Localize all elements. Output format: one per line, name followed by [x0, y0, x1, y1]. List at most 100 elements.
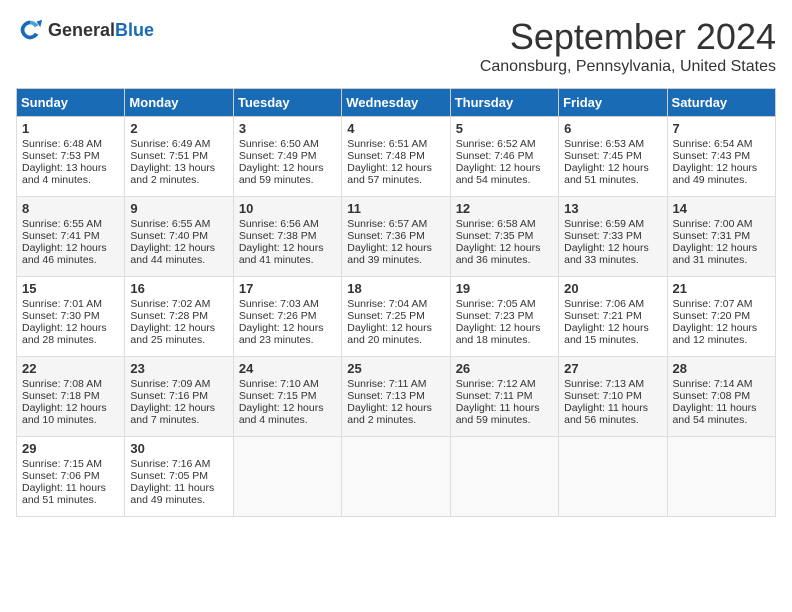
- day-number: 13: [564, 201, 661, 216]
- calendar-cell: 29 Sunrise: 7:15 AM Sunset: 7:06 PM Dayl…: [17, 437, 125, 517]
- logo-blue: Blue: [115, 20, 154, 40]
- logo-text: GeneralBlue: [48, 20, 154, 41]
- daylight-label: Daylight: 12 hours and 59 minutes.: [239, 162, 324, 186]
- daylight-label: Daylight: 12 hours and 33 minutes.: [564, 242, 649, 266]
- calendar-cell: 13 Sunrise: 6:59 AM Sunset: 7:33 PM Dayl…: [559, 197, 667, 277]
- calendar-week-1: 1 Sunrise: 6:48 AM Sunset: 7:53 PM Dayli…: [17, 117, 776, 197]
- daylight-label: Daylight: 12 hours and 23 minutes.: [239, 322, 324, 346]
- sunset-label: Sunset: 7:53 PM: [22, 150, 100, 162]
- calendar-cell: 27 Sunrise: 7:13 AM Sunset: 7:10 PM Dayl…: [559, 357, 667, 437]
- col-monday: Monday: [125, 89, 233, 117]
- calendar-cell: 24 Sunrise: 7:10 AM Sunset: 7:15 PM Dayl…: [233, 357, 341, 437]
- sunset-label: Sunset: 7:45 PM: [564, 150, 642, 162]
- calendar-cell: 16 Sunrise: 7:02 AM Sunset: 7:28 PM Dayl…: [125, 277, 233, 357]
- calendar-cell: 21 Sunrise: 7:07 AM Sunset: 7:20 PM Dayl…: [667, 277, 775, 357]
- daylight-label: Daylight: 12 hours and 12 minutes.: [673, 322, 758, 346]
- daylight-label: Daylight: 12 hours and 18 minutes.: [456, 322, 541, 346]
- sunset-label: Sunset: 7:43 PM: [673, 150, 751, 162]
- sunset-label: Sunset: 7:10 PM: [564, 390, 642, 402]
- sunset-label: Sunset: 7:13 PM: [347, 390, 425, 402]
- sunrise-label: Sunrise: 7:01 AM: [22, 298, 102, 310]
- day-number: 23: [130, 361, 227, 376]
- location-title: Canonsburg, Pennsylvania, United States: [480, 58, 776, 76]
- daylight-label: Daylight: 12 hours and 44 minutes.: [130, 242, 215, 266]
- calendar-body: 1 Sunrise: 6:48 AM Sunset: 7:53 PM Dayli…: [17, 117, 776, 517]
- sunrise-label: Sunrise: 6:55 AM: [22, 218, 102, 230]
- calendar-cell: 14 Sunrise: 7:00 AM Sunset: 7:31 PM Dayl…: [667, 197, 775, 277]
- logo-icon: [16, 16, 44, 44]
- sunset-label: Sunset: 7:36 PM: [347, 230, 425, 242]
- day-number: 16: [130, 281, 227, 296]
- sunrise-label: Sunrise: 6:57 AM: [347, 218, 427, 230]
- daylight-label: Daylight: 12 hours and 46 minutes.: [22, 242, 107, 266]
- sunset-label: Sunset: 7:25 PM: [347, 310, 425, 322]
- daylight-label: Daylight: 13 hours and 4 minutes.: [22, 162, 107, 186]
- sunset-label: Sunset: 7:18 PM: [22, 390, 100, 402]
- calendar-cell: 18 Sunrise: 7:04 AM Sunset: 7:25 PM Dayl…: [342, 277, 450, 357]
- day-number: 21: [673, 281, 770, 296]
- calendar-cell: 4 Sunrise: 6:51 AM Sunset: 7:48 PM Dayli…: [342, 117, 450, 197]
- sunset-label: Sunset: 7:16 PM: [130, 390, 208, 402]
- sunset-label: Sunset: 7:48 PM: [347, 150, 425, 162]
- day-number: 29: [22, 441, 119, 456]
- daylight-label: Daylight: 12 hours and 36 minutes.: [456, 242, 541, 266]
- col-saturday: Saturday: [667, 89, 775, 117]
- day-number: 7: [673, 121, 770, 136]
- day-number: 9: [130, 201, 227, 216]
- calendar-cell: 8 Sunrise: 6:55 AM Sunset: 7:41 PM Dayli…: [17, 197, 125, 277]
- day-number: 18: [347, 281, 444, 296]
- daylight-label: Daylight: 12 hours and 25 minutes.: [130, 322, 215, 346]
- daylight-label: Daylight: 12 hours and 15 minutes.: [564, 322, 649, 346]
- day-number: 25: [347, 361, 444, 376]
- day-number: 26: [456, 361, 553, 376]
- daylight-label: Daylight: 12 hours and 7 minutes.: [130, 402, 215, 426]
- daylight-label: Daylight: 12 hours and 51 minutes.: [564, 162, 649, 186]
- sunrise-label: Sunrise: 7:03 AM: [239, 298, 319, 310]
- sunset-label: Sunset: 7:08 PM: [673, 390, 751, 402]
- header-row: Sunday Monday Tuesday Wednesday Thursday…: [17, 89, 776, 117]
- day-number: 4: [347, 121, 444, 136]
- day-number: 2: [130, 121, 227, 136]
- day-number: 24: [239, 361, 336, 376]
- calendar-week-5: 29 Sunrise: 7:15 AM Sunset: 7:06 PM Dayl…: [17, 437, 776, 517]
- daylight-label: Daylight: 12 hours and 31 minutes.: [673, 242, 758, 266]
- day-number: 28: [673, 361, 770, 376]
- sunset-label: Sunset: 7:21 PM: [564, 310, 642, 322]
- sunrise-label: Sunrise: 7:00 AM: [673, 218, 753, 230]
- sunset-label: Sunset: 7:51 PM: [130, 150, 208, 162]
- calendar-cell: 6 Sunrise: 6:53 AM Sunset: 7:45 PM Dayli…: [559, 117, 667, 197]
- day-number: 1: [22, 121, 119, 136]
- sunset-label: Sunset: 7:38 PM: [239, 230, 317, 242]
- sunrise-label: Sunrise: 7:11 AM: [347, 378, 426, 390]
- col-friday: Friday: [559, 89, 667, 117]
- daylight-label: Daylight: 12 hours and 39 minutes.: [347, 242, 432, 266]
- calendar-table: Sunday Monday Tuesday Wednesday Thursday…: [16, 88, 776, 517]
- calendar-cell: 11 Sunrise: 6:57 AM Sunset: 7:36 PM Dayl…: [342, 197, 450, 277]
- calendar-cell: 12 Sunrise: 6:58 AM Sunset: 7:35 PM Dayl…: [450, 197, 558, 277]
- daylight-label: Daylight: 11 hours and 54 minutes.: [673, 402, 757, 426]
- daylight-label: Daylight: 12 hours and 20 minutes.: [347, 322, 432, 346]
- calendar-cell: 19 Sunrise: 7:05 AM Sunset: 7:23 PM Dayl…: [450, 277, 558, 357]
- daylight-label: Daylight: 11 hours and 51 minutes.: [22, 482, 106, 506]
- col-wednesday: Wednesday: [342, 89, 450, 117]
- sunset-label: Sunset: 7:41 PM: [22, 230, 100, 242]
- sunrise-label: Sunrise: 7:14 AM: [673, 378, 753, 390]
- calendar-cell: 26 Sunrise: 7:12 AM Sunset: 7:11 PM Dayl…: [450, 357, 558, 437]
- day-number: 14: [673, 201, 770, 216]
- sunset-label: Sunset: 7:35 PM: [456, 230, 534, 242]
- sunrise-label: Sunrise: 7:13 AM: [564, 378, 644, 390]
- calendar-week-2: 8 Sunrise: 6:55 AM Sunset: 7:41 PM Dayli…: [17, 197, 776, 277]
- sunrise-label: Sunrise: 6:58 AM: [456, 218, 536, 230]
- calendar-cell: 7 Sunrise: 6:54 AM Sunset: 7:43 PM Dayli…: [667, 117, 775, 197]
- daylight-label: Daylight: 11 hours and 56 minutes.: [564, 402, 648, 426]
- title-area: September 2024 Canonsburg, Pennsylvania,…: [480, 16, 776, 76]
- calendar-cell: 22 Sunrise: 7:08 AM Sunset: 7:18 PM Dayl…: [17, 357, 125, 437]
- month-title: September 2024: [480, 16, 776, 58]
- page-header: GeneralBlue September 2024 Canonsburg, P…: [16, 16, 776, 76]
- col-sunday: Sunday: [17, 89, 125, 117]
- day-number: 17: [239, 281, 336, 296]
- calendar-cell: [342, 437, 450, 517]
- sunrise-label: Sunrise: 7:10 AM: [239, 378, 319, 390]
- day-number: 20: [564, 281, 661, 296]
- sunset-label: Sunset: 7:26 PM: [239, 310, 317, 322]
